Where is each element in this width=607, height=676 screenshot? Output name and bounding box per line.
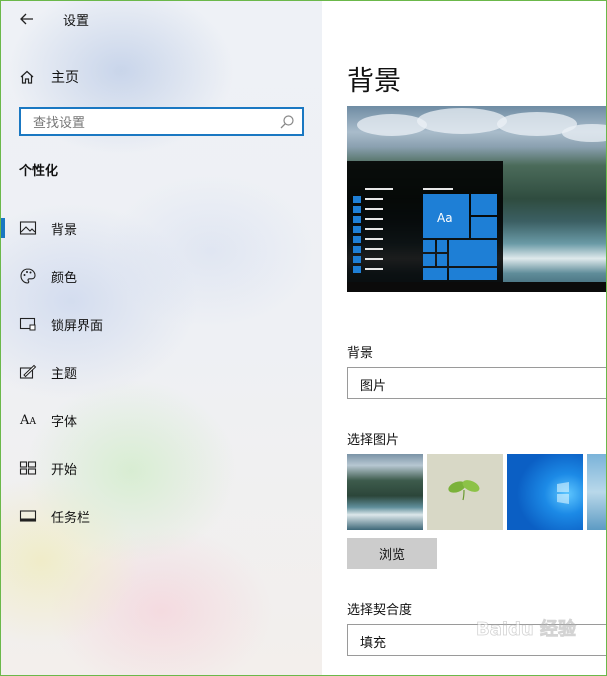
thumbnail-windows[interactable]: [507, 454, 583, 530]
back-button[interactable]: [15, 7, 39, 31]
app-title: 设置: [63, 14, 90, 29]
sidebar-item-label: 字体: [51, 415, 78, 430]
home-icon: [17, 67, 37, 87]
picture-thumbnails: [347, 454, 606, 530]
search-box[interactable]: [19, 107, 304, 136]
sidebar-item-label: 背景: [51, 223, 78, 238]
settings-window: 设置 主页 个性化 背景: [1, 1, 606, 675]
title-bar: 设置: [1, 1, 322, 37]
taskbar-preview: [347, 282, 606, 292]
active-indicator: [1, 218, 5, 238]
browse-button[interactable]: 浏览: [347, 538, 437, 569]
sidebar-item-fonts[interactable]: AA 字体: [1, 402, 322, 438]
sidebar-item-label: 颜色: [51, 271, 78, 286]
background-type-select[interactable]: 图片: [347, 367, 606, 399]
background-type-value: 图片: [360, 379, 387, 394]
theme-brush-icon: [19, 363, 37, 381]
sidebar-item-colors[interactable]: 颜色: [1, 258, 322, 294]
sidebar-item-label: 任务栏: [51, 511, 91, 526]
sidebar-item-label: 开始: [51, 463, 78, 478]
page-title: 背景: [347, 66, 401, 97]
picture-icon: [19, 219, 37, 237]
thumbnail-beach[interactable]: [587, 454, 606, 530]
palette-icon: [19, 267, 37, 285]
tile-aa: Aa: [423, 194, 469, 238]
fit-label: 选择契合度: [347, 603, 413, 618]
tile-grid: Aa: [423, 194, 497, 280]
start-tiles-icon: [19, 459, 37, 477]
start-menu-preview: Aa: [347, 161, 503, 285]
back-arrow-icon: [20, 13, 33, 25]
search-input[interactable]: [31, 112, 275, 134]
sidebar-item-background[interactable]: 背景: [1, 210, 322, 246]
sidebar-item-taskbar[interactable]: 任务栏: [1, 498, 322, 534]
home-label: 主页: [51, 70, 79, 86]
watermark-text: Baidu 经验: [476, 618, 577, 640]
search-icon[interactable]: [278, 113, 296, 131]
sidebar-item-start[interactable]: 开始: [1, 450, 322, 486]
taskbar-icon: [19, 507, 37, 525]
background-label: 背景: [347, 346, 374, 361]
sidebar: 设置 主页 个性化 背景: [1, 1, 322, 675]
thumbnail-coast[interactable]: [347, 454, 423, 530]
sidebar-item-themes[interactable]: 主题: [1, 354, 322, 390]
fit-value: 填充: [360, 636, 387, 651]
home-link[interactable]: 主页: [17, 65, 79, 89]
main-content: 背景 Aa 背景 图片 选择图片 浏览 选择契合度 填充: [322, 1, 606, 675]
section-heading: 个性化: [19, 164, 59, 179]
choose-picture-label: 选择图片: [347, 433, 400, 448]
thumbnail-leaves[interactable]: [427, 454, 503, 530]
watermark: Baidu 经验: [476, 609, 606, 649]
sidebar-item-label: 主题: [51, 367, 78, 382]
lock-screen-icon: [19, 315, 37, 333]
font-icon: AA: [20, 412, 36, 428]
background-preview: Aa: [347, 106, 606, 292]
sidebar-item-lock-screen[interactable]: 锁屏界面: [1, 306, 322, 342]
sidebar-item-label: 锁屏界面: [51, 319, 104, 334]
